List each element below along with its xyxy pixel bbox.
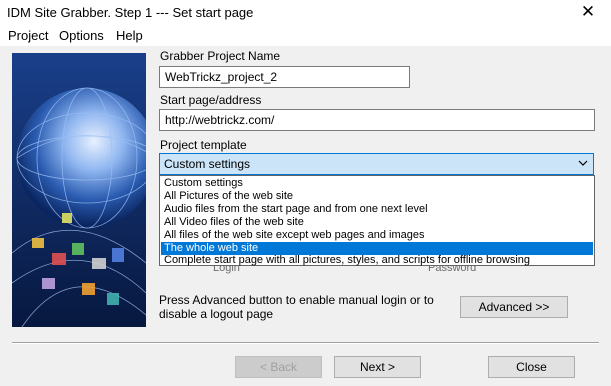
window-title: IDM Site Grabber. Step 1 --- Set start p…: [7, 5, 254, 20]
project-name-label: Grabber Project Name: [160, 49, 281, 63]
template-option[interactable]: All Pictures of the web site: [161, 190, 593, 203]
template-option[interactable]: All files of the web site except web pag…: [161, 229, 593, 242]
menu-bar: Project Options Help: [0, 26, 611, 46]
close-icon[interactable]: ✕: [577, 3, 599, 21]
project-template-label: Project template: [160, 138, 247, 152]
project-template-dropdown-list: Custom settings All Pictures of the web …: [159, 175, 595, 266]
back-button[interactable]: < Back: [235, 356, 322, 378]
title-bar: IDM Site Grabber. Step 1 --- Set start p…: [0, 0, 611, 26]
advanced-note: Press Advanced button to enable manual l…: [159, 293, 434, 321]
template-option[interactable]: All Video files of the web site: [161, 216, 593, 229]
menu-project[interactable]: Project: [8, 28, 48, 43]
close-button[interactable]: Close: [488, 356, 575, 378]
project-template-selected-value: Custom settings: [164, 157, 251, 171]
menu-options[interactable]: Options: [59, 28, 104, 43]
template-option[interactable]: Audio files from the start page and from…: [161, 203, 593, 216]
project-template-select[interactable]: Custom settings: [159, 153, 594, 175]
decorative-banner-image: [12, 53, 146, 327]
start-page-label: Start page/address: [160, 93, 262, 107]
advanced-button[interactable]: Advanced >>: [460, 296, 568, 318]
project-name-input[interactable]: WebTrickz_project_2: [159, 66, 410, 88]
footer-separator: [12, 342, 599, 344]
chevron-down-icon[interactable]: [577, 156, 589, 170]
next-button[interactable]: Next >: [334, 356, 421, 378]
start-page-input[interactable]: http://webtrickz.com/: [159, 109, 595, 131]
template-option[interactable]: Custom settings: [161, 177, 593, 190]
menu-help[interactable]: Help: [116, 28, 143, 43]
template-option[interactable]: Complete start page with all pictures, s…: [161, 254, 593, 267]
